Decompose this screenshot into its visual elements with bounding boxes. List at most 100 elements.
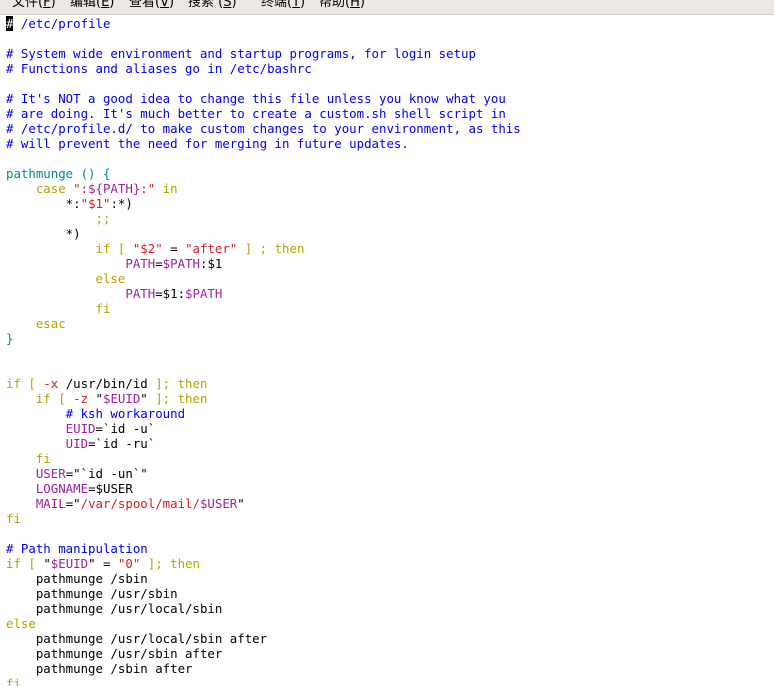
menu-terminal[interactable]: 终端(T) (261, 0, 305, 11)
code-line: pathmunge /usr/sbin after (6, 646, 521, 661)
code-line: if [ "$EUID" = "0" ]; then (6, 556, 521, 571)
code-line: else (6, 271, 521, 286)
code-token: =`id -u` (95, 421, 156, 436)
code-line: LOGNAME=$USER (6, 481, 521, 496)
code-token: in (155, 181, 178, 196)
code-token: /usr/bin/id (58, 376, 156, 391)
code-token: if [ (6, 241, 133, 256)
code-token: *) (6, 226, 81, 241)
code-token: $PATH (185, 286, 223, 301)
code-token: # Functions and aliases go in /etc/bashr… (6, 61, 312, 76)
code-line: PATH=$PATH:$1 (6, 256, 521, 271)
code-token: -z (73, 391, 89, 406)
code-line: fi (6, 511, 521, 526)
code-token: " (237, 496, 245, 511)
code-token: esac (6, 316, 66, 331)
code-line: PATH=$1:$PATH (6, 286, 521, 301)
code-line: } (6, 331, 521, 346)
code-token: " (140, 391, 156, 406)
code-token: PATH (125, 256, 156, 271)
code-line: MAIL="/var/spool/mail/$USER" (6, 496, 521, 511)
vim-buffer[interactable]: # /etc/profile # System wide environment … (6, 16, 521, 686)
code-line: # Functions and aliases go in /etc/bashr… (6, 61, 521, 76)
code-token: fi (6, 676, 21, 686)
code-token: $PATH (162, 256, 200, 271)
code-line: EUID=`id -u` (6, 421, 521, 436)
code-token: pathmunge /usr/sbin after (6, 646, 223, 661)
code-token: if [ (6, 391, 74, 406)
code-token: # will prevent the need for merging in f… (6, 136, 409, 151)
code-token: pathmunge /usr/local/sbin (6, 601, 223, 616)
code-token: $USER (199, 496, 238, 511)
code-token: # ksh workaround (6, 406, 186, 421)
code-token: pathmunge /sbin after (6, 661, 193, 676)
code-token: # Path manipulation (6, 541, 148, 556)
code-line: if [ -x /usr/bin/id ]; then (6, 376, 521, 391)
code-token: pathmunge () { (6, 166, 111, 181)
code-token: PATH (125, 286, 156, 301)
code-token: = (162, 241, 186, 256)
code-token: fi (6, 451, 51, 466)
code-token: USER (6, 466, 66, 481)
terminal-window: 文件(F) 编辑(E) 查看(V) 搜索 (S) 终端(T) 帮助(H) # /… (0, 0, 774, 686)
code-line: *:"$1":*) (6, 196, 521, 211)
code-token: EUID (6, 421, 96, 436)
code-line: if [ -z "$EUID" ]; then (6, 391, 521, 406)
code-token: ]; then (155, 391, 208, 406)
menu-file[interactable]: 文件(F) (12, 0, 56, 11)
code-token: "0" (117, 556, 141, 571)
code-line: # System wide environment and startup pr… (6, 46, 521, 61)
code-line: *) (6, 226, 521, 241)
code-line: pathmunge () { (6, 166, 521, 181)
code-line: # are doing. It's much better to create … (6, 106, 521, 121)
code-line: if [ "$2" = "after" ] ; then (6, 241, 521, 256)
code-token: = (155, 256, 163, 271)
code-token: =`id -ru` (88, 436, 156, 451)
code-token: pathmunge /usr/local/sbin after (6, 631, 268, 646)
code-token: " (43, 556, 51, 571)
code-token: =$1: (155, 286, 186, 301)
code-token: else (6, 616, 36, 631)
code-token: *: (6, 196, 81, 211)
code-token: LOGNAME (6, 481, 89, 496)
code-line: case ":${PATH}:" in (6, 181, 521, 196)
menu-help[interactable]: 帮助(H) (319, 0, 365, 11)
menu-search[interactable]: 搜索 (S) (188, 0, 237, 11)
code-token: =$USER (88, 481, 133, 496)
code-token: /var/spool/mail/ (80, 496, 200, 511)
terminal-screen[interactable]: # /etc/profile # System wide environment … (0, 15, 774, 686)
code-line: fi (6, 451, 521, 466)
code-token: # System wide environment and startup pr… (6, 46, 476, 61)
code-line: UID=`id -ru` (6, 436, 521, 451)
code-token: ;; (6, 211, 111, 226)
code-token: fi (6, 301, 111, 316)
code-token: =" (65, 496, 81, 511)
code-line: # will prevent the need for merging in f… (6, 136, 521, 151)
code-token: ": (73, 181, 89, 196)
code-token: ]; then (155, 376, 208, 391)
code-line: fi (6, 301, 521, 316)
code-line: esac (6, 316, 521, 331)
code-token: fi (6, 511, 21, 526)
code-token: ="`id -un`" (65, 466, 148, 481)
code-line: pathmunge /usr/local/sbin after (6, 631, 521, 646)
code-token: pathmunge /sbin (6, 571, 148, 586)
code-line: else (6, 616, 521, 631)
code-token: /etc/profile (13, 16, 111, 31)
menu-edit[interactable]: 编辑(E) (70, 0, 114, 11)
code-token: pathmunge /usr/sbin (6, 586, 178, 601)
code-line: pathmunge /usr/sbin (6, 586, 521, 601)
code-token: "$2" (132, 241, 163, 256)
menu-bar: 文件(F) 编辑(E) 查看(V) 搜索 (S) 终端(T) 帮助(H) (0, 0, 774, 15)
code-line: # It's NOT a good idea to change this fi… (6, 91, 521, 106)
code-token: } (6, 331, 14, 346)
code-token: ] ; then (237, 241, 305, 256)
menu-view[interactable]: 查看(V) (129, 0, 174, 11)
